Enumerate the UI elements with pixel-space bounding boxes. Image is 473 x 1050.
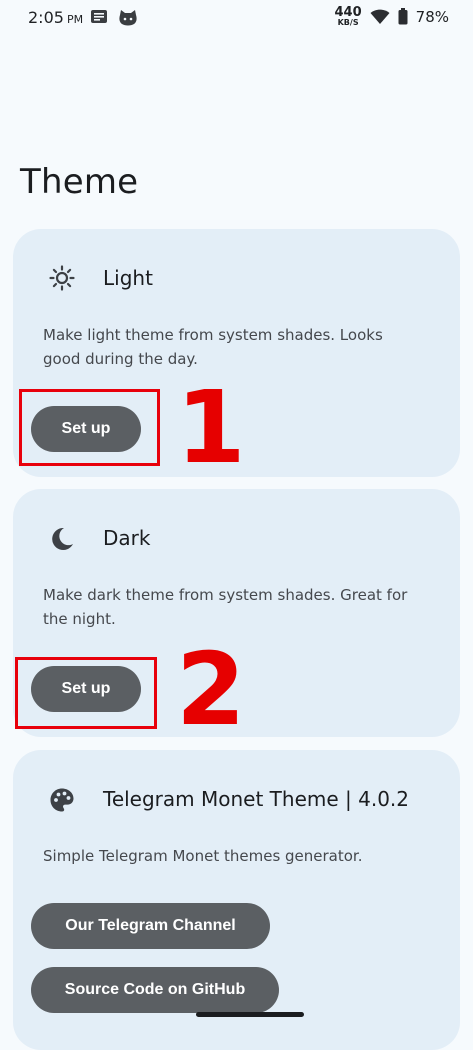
- network-speed: 440 KB/S: [335, 6, 362, 27]
- cat-icon: [119, 10, 137, 26]
- annotation-step-1: 1: [176, 369, 246, 486]
- annotation-box-2: [15, 657, 157, 729]
- status-notification-icons: [90, 9, 138, 27]
- about-card: Telegram Monet Theme | 4.0.2 Simple Tele…: [13, 750, 460, 1050]
- battery-percent: 78%: [415, 7, 449, 26]
- dark-card-title: Dark: [103, 526, 151, 550]
- network-speed-unit: KB/S: [337, 18, 359, 27]
- light-card-description: Make light theme from system shades. Loo…: [43, 326, 383, 368]
- annotation-step-2: 2: [176, 631, 246, 748]
- annotation-box-1: [19, 389, 160, 466]
- about-card-description: Simple Telegram Monet themes generator.: [43, 847, 363, 865]
- about-card-title: Telegram Monet Theme | 4.0.2: [103, 787, 409, 811]
- github-source-button[interactable]: Source Code on GitHub: [31, 967, 279, 1013]
- moon-icon: [52, 527, 73, 550]
- message-icon: [91, 10, 107, 23]
- status-bar: 2:05 PM 440 KB/S 78%: [0, 0, 473, 36]
- status-ampm: PM: [66, 13, 84, 26]
- light-card-title: Light: [103, 266, 153, 290]
- home-indicator[interactable]: [196, 1012, 304, 1017]
- palette-icon: [50, 788, 74, 812]
- status-right: 440 KB/S 78%: [335, 6, 449, 27]
- battery-icon: [398, 8, 408, 25]
- wifi-icon: [370, 9, 390, 24]
- dark-card-description: Make dark theme from system shades. Grea…: [43, 586, 408, 628]
- telegram-channel-button[interactable]: Our Telegram Channel: [31, 903, 270, 949]
- status-time-value: 2:05: [28, 8, 64, 27]
- sun-icon: [49, 265, 75, 291]
- status-time: 2:05 PM: [28, 8, 83, 27]
- page-title: Theme: [20, 162, 139, 202]
